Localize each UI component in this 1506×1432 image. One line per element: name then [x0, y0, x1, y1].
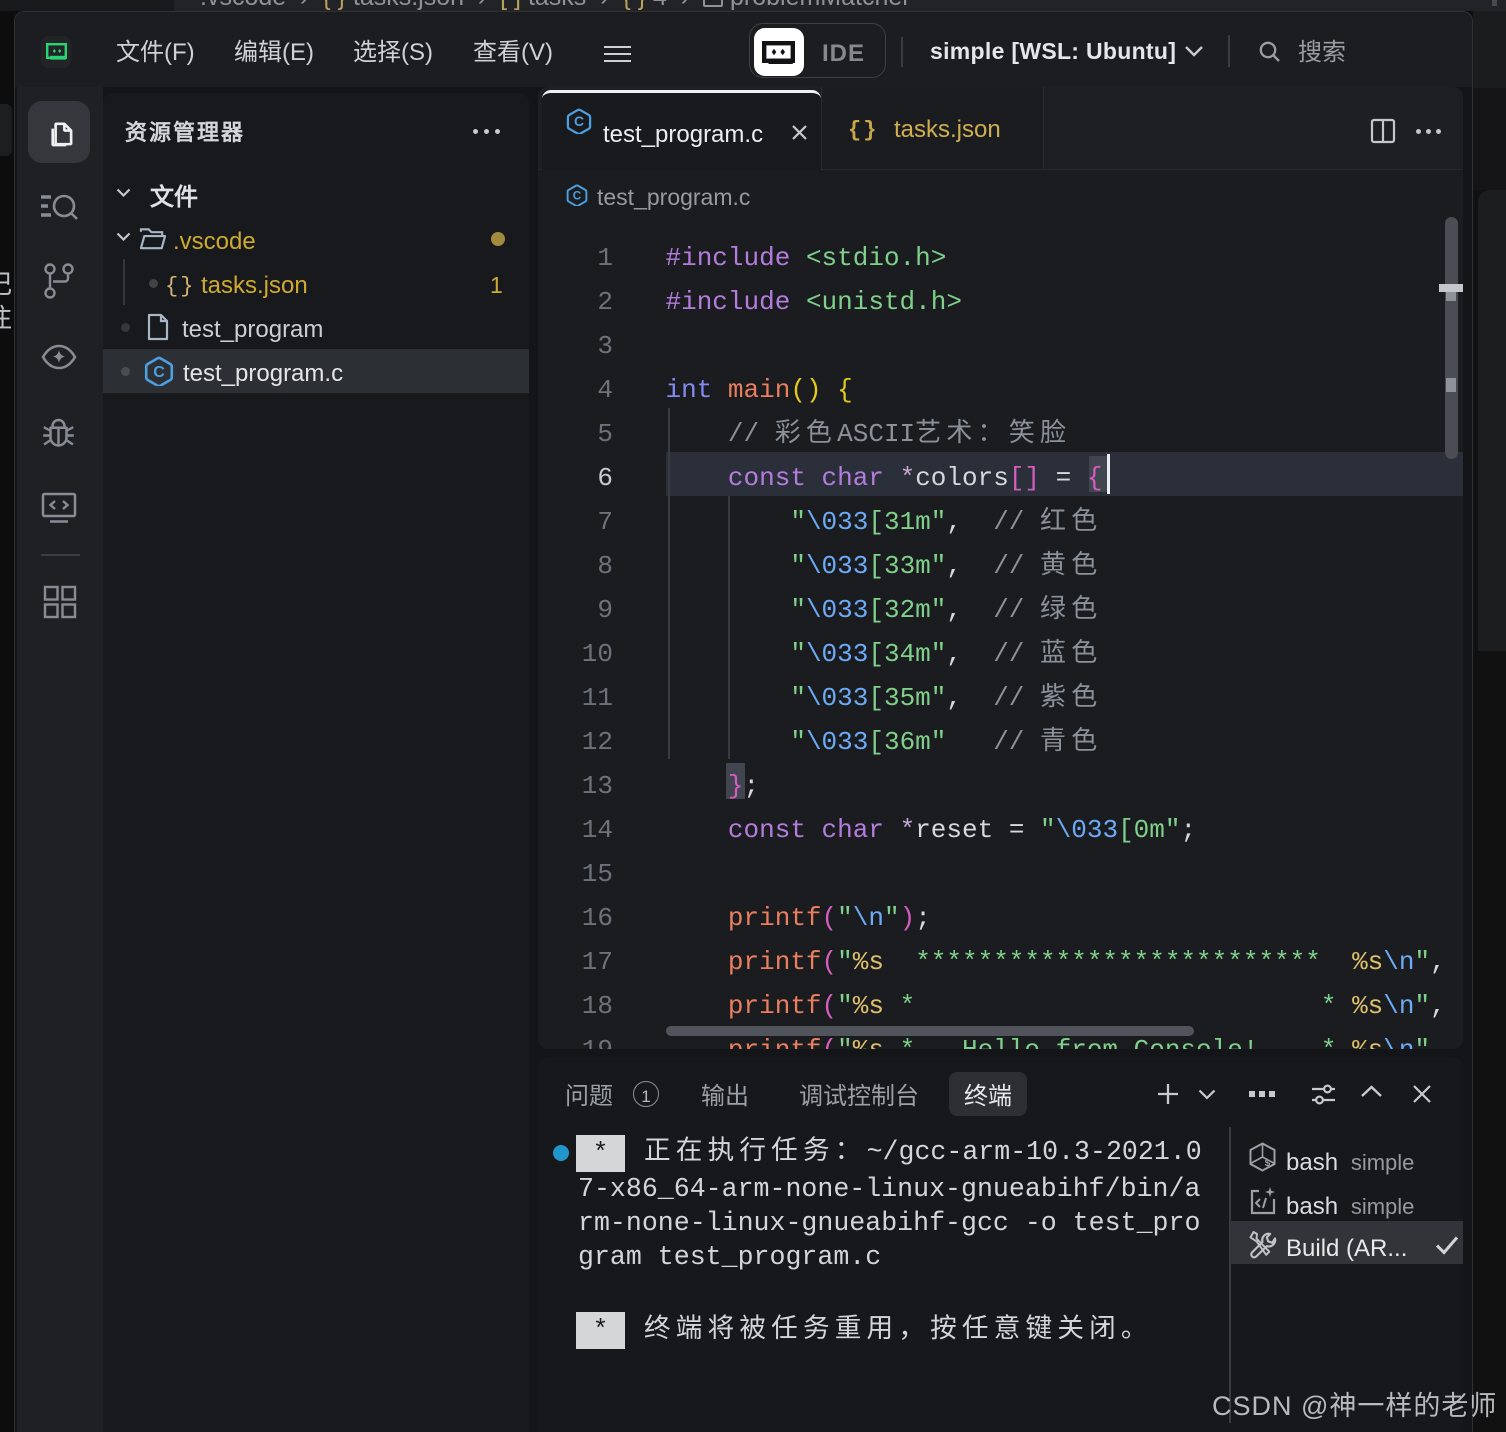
svg-text:C: C — [574, 113, 584, 129]
svg-text:$: $ — [1265, 1158, 1271, 1170]
svg-text:C: C — [153, 364, 165, 381]
svg-text:C: C — [573, 189, 582, 202]
